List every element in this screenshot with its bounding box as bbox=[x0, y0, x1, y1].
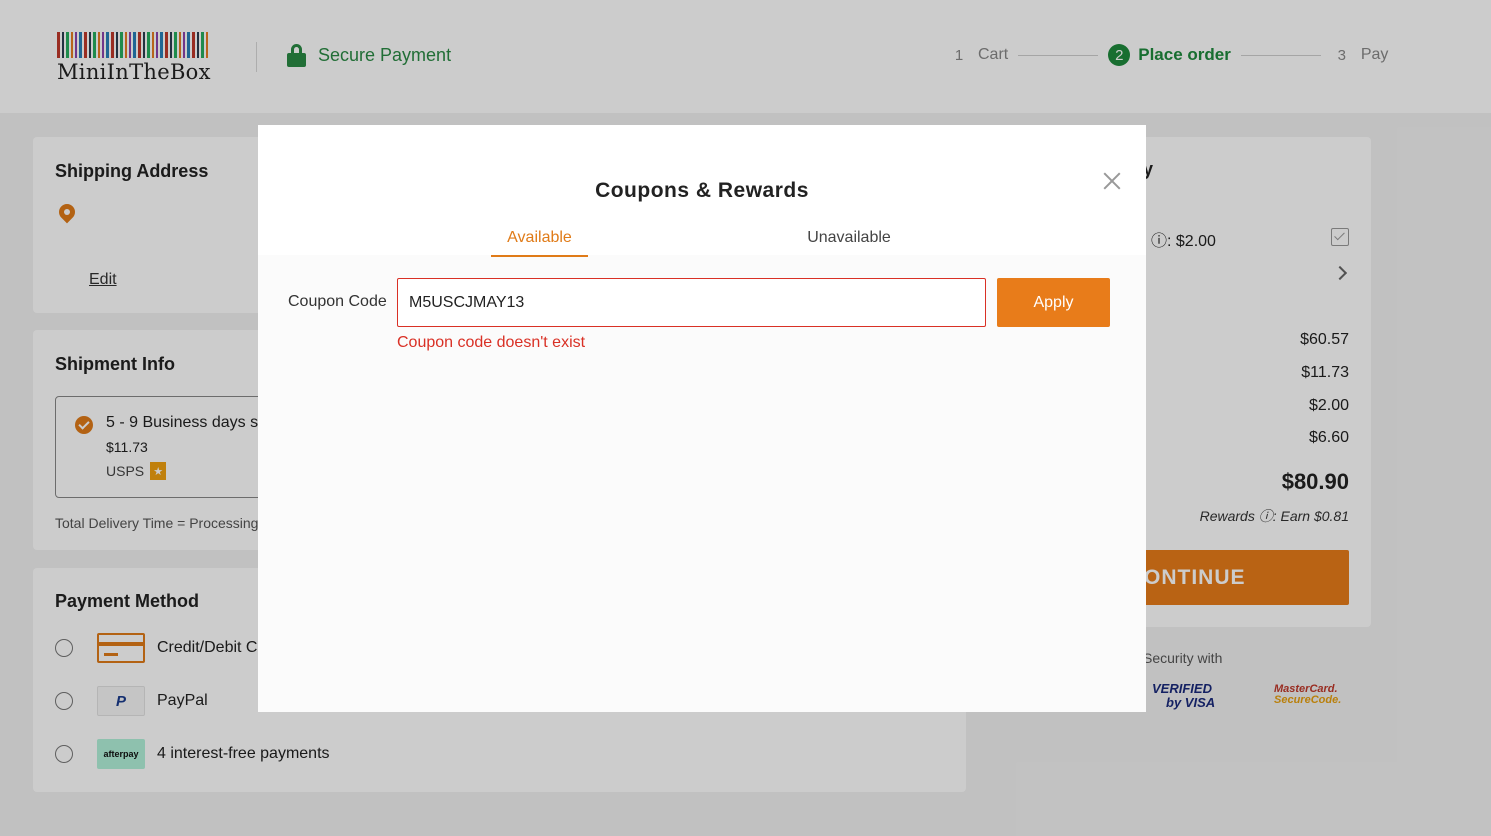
coupon-error-message: Coupon code doesn't exist bbox=[397, 334, 586, 351]
apply-button[interactable]: Apply bbox=[997, 278, 1110, 327]
coupon-code-label: Coupon Code bbox=[288, 293, 387, 310]
coupon-code-input[interactable] bbox=[397, 278, 986, 327]
close-icon[interactable] bbox=[1101, 170, 1123, 192]
tab-available[interactable]: Available bbox=[491, 229, 588, 257]
tab-unavailable[interactable]: Unavailable bbox=[788, 229, 910, 247]
modal-title: Coupons & Rewards bbox=[595, 179, 809, 202]
coupons-modal: Coupons & Rewards Available Unavailable … bbox=[258, 125, 1146, 712]
